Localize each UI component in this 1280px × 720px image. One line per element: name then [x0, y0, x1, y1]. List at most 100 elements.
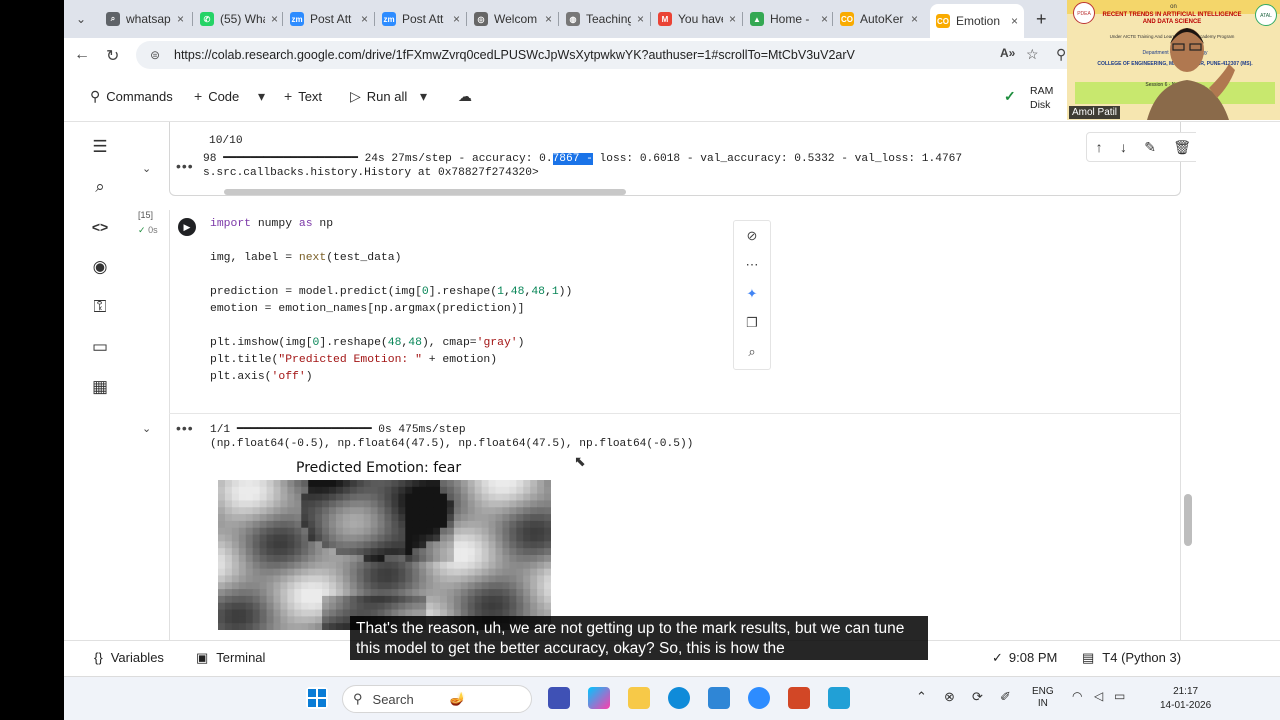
collapse-output-chevron-icon[interactable]: ⌄ — [142, 422, 151, 435]
image-pixel — [467, 486, 476, 495]
variables-button[interactable]: {} Variables — [94, 650, 164, 665]
close-tab-icon[interactable]: × — [1011, 14, 1018, 28]
photos-icon[interactable] — [708, 687, 730, 709]
commands-button[interactable]: ⚲ Commands — [90, 88, 173, 105]
start-button[interactable] — [306, 687, 328, 709]
back-icon[interactable]: ← — [74, 46, 90, 64]
image-pixel — [377, 514, 386, 522]
image-pixel — [363, 595, 372, 604]
move-down-icon[interactable]: ↓ — [1120, 139, 1127, 155]
find-replace-icon[interactable]: ⌕ — [88, 176, 112, 198]
hide-code-icon[interactable]: ⊘ — [734, 221, 770, 250]
close-tab-icon[interactable]: × — [821, 12, 828, 26]
close-tab-icon[interactable]: × — [545, 12, 552, 26]
runtime-indicator[interactable]: ▤ T4 (Python 3) — [1082, 650, 1181, 666]
browser-tab[interactable]: ▲ Home - × — [744, 6, 834, 32]
close-tab-icon[interactable]: × — [271, 12, 278, 26]
secrets-key-icon[interactable]: ⚿ — [88, 296, 112, 318]
code-dropdown[interactable]: ▾ — [258, 88, 265, 105]
data-table-icon[interactable]: ▦ — [88, 376, 112, 398]
browser-tab[interactable]: CO AutoKer × — [834, 6, 924, 32]
taskbar-search[interactable]: ⚲ Search 🪔 — [342, 685, 532, 713]
add-text-button[interactable]: + Text — [284, 88, 322, 104]
image-pixel — [224, 514, 233, 522]
table-of-contents-icon[interactable]: ☰ — [88, 136, 112, 158]
run-cell-button[interactable]: ▶ — [178, 218, 196, 236]
file-explorer-icon[interactable] — [628, 687, 650, 709]
horizontal-scrollbar[interactable] — [224, 189, 626, 195]
image-pixel — [245, 493, 254, 502]
system-clock[interactable]: 21:17 14-01-2026 — [1160, 685, 1211, 713]
more-dots-icon[interactable]: ⋯ — [734, 250, 770, 279]
bookmark-star-icon[interactable]: ☆ — [1026, 46, 1039, 63]
tray-meet-icon[interactable]: ⊗ — [944, 689, 955, 705]
image-pixel — [419, 589, 427, 597]
gemini-icon[interactable]: ✦ — [734, 279, 770, 308]
image-pixel — [370, 595, 379, 604]
browser-tab[interactable]: zm Post Att × — [284, 6, 374, 32]
code-snippets-icon[interactable]: <> — [88, 216, 112, 238]
zoom-search-icon[interactable]: ⌕ — [734, 337, 770, 366]
files-folder-icon[interactable]: ▭ — [88, 336, 112, 358]
reload-icon[interactable]: ↻ — [106, 46, 119, 66]
edge-browser-icon[interactable] — [668, 687, 690, 709]
taskbar-app-8-icon[interactable] — [828, 687, 850, 709]
tray-chevron-icon[interactable]: ⌃ — [916, 689, 927, 705]
zoom-app-icon[interactable] — [748, 687, 770, 709]
image-pixel — [287, 534, 295, 542]
copilot-icon[interactable] — [588, 687, 610, 709]
volume-icon[interactable]: ◁ — [1094, 689, 1103, 703]
browser-tab[interactable]: zm Post Att × — [376, 6, 466, 32]
browser-tab[interactable]: CO Emotion × — [930, 4, 1024, 38]
image-pixel — [412, 555, 420, 563]
close-tab-icon[interactable]: × — [361, 12, 368, 26]
browser-tab[interactable]: M You have × — [652, 6, 742, 32]
close-tab-icon[interactable]: × — [911, 12, 918, 26]
delete-icon[interactable]: 🗑 — [1173, 139, 1191, 156]
tray-sync-icon[interactable]: ⟳ — [972, 689, 983, 705]
image-pixel — [280, 609, 288, 617]
tab-list-button[interactable]: ⌄ — [70, 6, 96, 32]
image-pixel — [356, 534, 365, 542]
url-field[interactable]: ⊜ https://colab.research.google.com/driv… — [136, 41, 1096, 69]
add-code-button[interactable]: + Code — [194, 88, 239, 104]
drive-save-icon[interactable]: ☁ — [458, 88, 472, 105]
edit-pen-icon[interactable]: ✎ — [1144, 139, 1156, 156]
language-indicator[interactable]: ENG IN — [1032, 686, 1054, 710]
browser-tab[interactable]: ⌕ whatsap × — [100, 6, 190, 32]
close-tab-icon[interactable]: × — [177, 12, 184, 26]
close-tab-icon[interactable]: × — [453, 12, 460, 26]
taskbar-app-1-icon[interactable] — [548, 687, 570, 709]
run-all-dropdown[interactable]: ▾ — [420, 88, 427, 105]
run-all-button[interactable]: ▷ Run all — [350, 88, 407, 105]
site-info-icon[interactable]: ⊜ — [150, 48, 164, 62]
wifi-icon[interactable]: ◠ — [1072, 689, 1082, 703]
image-pixel — [370, 555, 379, 563]
collapse-chevron-icon[interactable]: ⌄ — [142, 162, 151, 175]
resources-indicator[interactable]: RAM Disk — [1030, 84, 1053, 112]
powerpoint-icon[interactable] — [788, 687, 810, 709]
move-up-icon[interactable]: ↑ — [1096, 139, 1103, 155]
vertical-scrollbar-thumb[interactable] — [1184, 494, 1192, 546]
new-tab-button[interactable]: + — [1030, 6, 1054, 32]
connected-check-icon: ✓ — [1004, 88, 1016, 104]
last-run-status[interactable]: ✓ 9:08 PM — [992, 650, 1057, 666]
read-aloud-icon[interactable]: A» — [1000, 46, 1015, 60]
copy-icon[interactable]: ❐ — [734, 308, 770, 337]
browser-tab[interactable]: ✆ (55) Wha × — [194, 6, 284, 32]
browser-tab[interactable]: ◍ Teaching × — [560, 6, 650, 32]
terminal-button[interactable]: ▣ Terminal — [196, 650, 265, 666]
cell-output-menu-icon[interactable]: ••• — [176, 420, 194, 436]
close-tab-icon[interactable]: × — [729, 12, 736, 26]
variables-inspector-icon[interactable]: ◉ — [88, 256, 112, 278]
image-pixel — [516, 589, 524, 597]
terminal-label: Terminal — [216, 650, 266, 665]
image-pixel — [502, 486, 510, 495]
image-pixel — [502, 561, 510, 570]
extension-icon[interactable]: ⚲ — [1056, 46, 1066, 63]
close-tab-icon[interactable]: × — [637, 12, 644, 26]
battery-icon[interactable]: ▭ — [1114, 689, 1125, 703]
browser-tab[interactable]: ◎ Welcom × — [468, 6, 558, 32]
tray-pen-icon[interactable]: ✐ — [1000, 689, 1011, 705]
output-menu-dots-icon[interactable]: ••• — [176, 158, 194, 174]
